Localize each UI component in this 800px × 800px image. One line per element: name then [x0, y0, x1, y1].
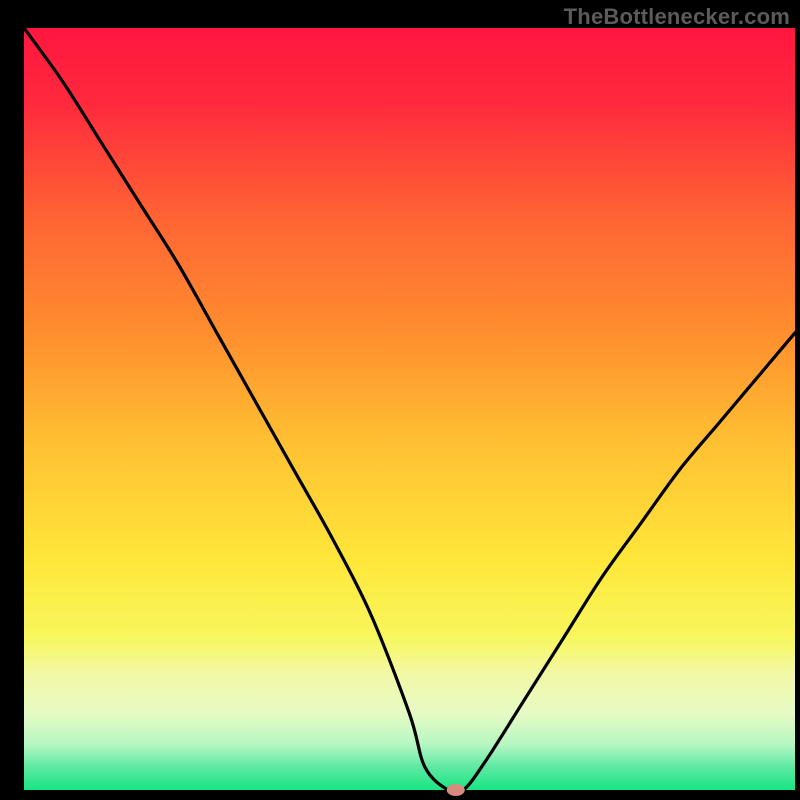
- attribution-label: TheBottlenecker.com: [564, 4, 790, 30]
- plot-background: [24, 28, 795, 790]
- chart-frame: TheBottlenecker.com: [0, 0, 800, 800]
- bottleneck-chart: [0, 0, 800, 800]
- optimal-point-marker: [447, 784, 465, 796]
